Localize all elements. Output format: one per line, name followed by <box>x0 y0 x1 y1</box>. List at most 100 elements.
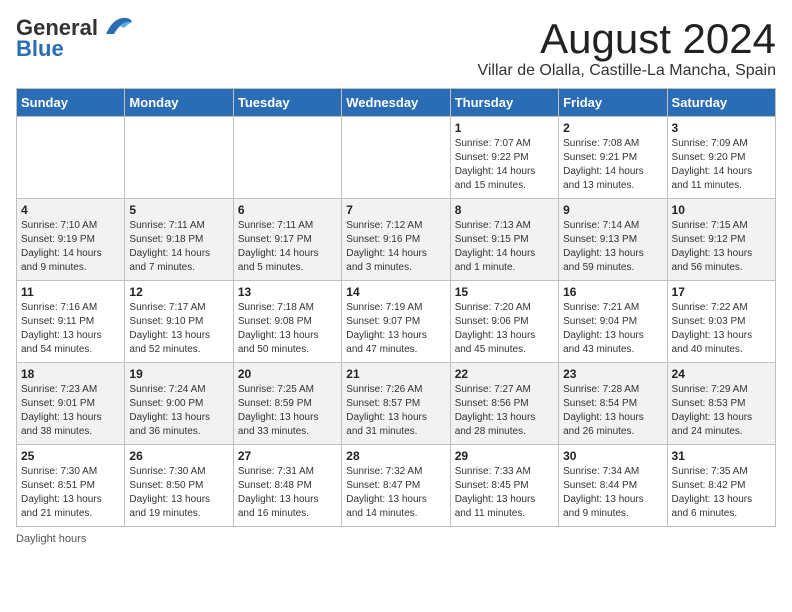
calendar-day-cell: 7Sunrise: 7:12 AM Sunset: 9:16 PM Daylig… <box>342 199 450 281</box>
day-info: Sunrise: 7:10 AM Sunset: 9:19 PM Dayligh… <box>21 219 120 275</box>
day-number: 30 <box>563 449 662 463</box>
day-number: 11 <box>21 285 120 299</box>
calendar-day-cell: 26 Sunrise: 7:30 AM Sunset: 8:50 PM Dayli… <box>125 445 233 527</box>
calendar-day-cell: 17 Sunrise: 7:22 AM Sunset: 9:03 PM Dayli… <box>667 281 775 363</box>
calendar-week-row: 25 Sunrise: 7:30 AM Sunset: 8:51 PM Dayli… <box>17 445 776 527</box>
calendar-day-cell: 5 Sunrise: 7:11 AM Sunset: 9:18 PM Daylig… <box>125 199 233 281</box>
day-info: Sunrise: 7:11 AM Sunset: 9:18 PM Dayligh… <box>129 219 228 275</box>
day-info: Sunrise: 7:07 AM Sunset: 9:22 PM Dayligh… <box>455 137 554 193</box>
day-info: Sunrise: 7:34 AM Sunset: 8:44 PM Dayligh… <box>563 465 662 521</box>
day-info: Sunrise: 7:18 AM Sunset: 9:08 PM Dayligh… <box>238 301 337 357</box>
calendar-day-cell: 1 Sunrise: 7:07 AM Sunset: 9:22 PM Daylig… <box>450 117 558 199</box>
day-number: 1 <box>455 121 554 135</box>
calendar-day-cell: 12 Sunrise: 7:17 AM Sunset: 9:10 PM Dayli… <box>125 281 233 363</box>
day-number: 8 <box>455 203 554 217</box>
header: General Blue August 2024 Villar de Olall… <box>16 16 776 80</box>
day-number: 3 <box>672 121 771 135</box>
day-number: 16 <box>563 285 662 299</box>
day-number: 5 <box>129 203 228 217</box>
day-info: Sunrise: 7:19 AM Sunset: 9:07 PM Dayligh… <box>346 301 445 357</box>
calendar-week-row: 4 Sunrise: 7:10 AM Sunset: 9:19 PM Daylig… <box>17 199 776 281</box>
calendar-week-row: 1 Sunrise: 7:07 AM Sunset: 9:22 PM Daylig… <box>17 117 776 199</box>
day-number: 31 <box>672 449 771 463</box>
day-number: 18 <box>21 367 120 381</box>
calendar-day-cell: 19 Sunrise: 7:24 AM Sunset: 9:00 PM Dayli… <box>125 363 233 445</box>
location-title: Villar de Olalla, Castille-La Mancha, Sp… <box>477 62 776 80</box>
calendar-day-cell: 15Sunrise: 7:20 AM Sunset: 9:06 PM Dayli… <box>450 281 558 363</box>
calendar-day-cell: 21 Sunrise: 7:26 AM Sunset: 8:57 PM Dayli… <box>342 363 450 445</box>
month-title: August 2024 <box>477 16 776 62</box>
day-info: Sunrise: 7:28 AM Sunset: 8:54 PM Dayligh… <box>563 383 662 439</box>
title-area: August 2024 Villar de Olalla, Castille-L… <box>477 16 776 80</box>
calendar-day-cell: 29Sunrise: 7:33 AM Sunset: 8:45 PM Dayli… <box>450 445 558 527</box>
calendar-day-cell: 24Sunrise: 7:29 AM Sunset: 8:53 PM Dayli… <box>667 363 775 445</box>
day-info: Sunrise: 7:13 AM Sunset: 9:15 PM Dayligh… <box>455 219 554 275</box>
calendar-day-cell: 2 Sunrise: 7:08 AM Sunset: 9:21 PM Daylig… <box>559 117 667 199</box>
day-info: Sunrise: 7:30 AM Sunset: 8:51 PM Dayligh… <box>21 465 120 521</box>
calendar-day-cell: 13 Sunrise: 7:18 AM Sunset: 9:08 PM Dayli… <box>233 281 341 363</box>
calendar-day-cell: 8 Sunrise: 7:13 AM Sunset: 9:15 PM Daylig… <box>450 199 558 281</box>
weekday-header-cell: Saturday <box>667 89 775 117</box>
day-number: 23 <box>563 367 662 381</box>
day-number: 25 <box>21 449 120 463</box>
logo-blue-text: Blue <box>16 36 64 62</box>
calendar-day-cell: 22Sunrise: 7:27 AM Sunset: 8:56 PM Dayli… <box>450 363 558 445</box>
calendar-day-cell: 18Sunrise: 7:23 AM Sunset: 9:01 PM Dayli… <box>17 363 125 445</box>
calendar-day-cell: 9Sunrise: 7:14 AM Sunset: 9:13 PM Daylig… <box>559 199 667 281</box>
calendar-day-cell: 28 Sunrise: 7:32 AM Sunset: 8:47 PM Dayli… <box>342 445 450 527</box>
weekday-header-cell: Tuesday <box>233 89 341 117</box>
day-number: 4 <box>21 203 120 217</box>
calendar-body: 1 Sunrise: 7:07 AM Sunset: 9:22 PM Daylig… <box>17 117 776 527</box>
calendar-day-cell <box>17 117 125 199</box>
day-info: Sunrise: 7:35 AM Sunset: 8:42 PM Dayligh… <box>672 465 771 521</box>
day-number: 14 <box>346 285 445 299</box>
day-number: 28 <box>346 449 445 463</box>
calendar-day-cell: 3Sunrise: 7:09 AM Sunset: 9:20 PM Daylig… <box>667 117 775 199</box>
day-number: 17 <box>672 285 771 299</box>
day-info: Sunrise: 7:30 AM Sunset: 8:50 PM Dayligh… <box>129 465 228 521</box>
day-info: Sunrise: 7:31 AM Sunset: 8:48 PM Dayligh… <box>238 465 337 521</box>
calendar-day-cell <box>233 117 341 199</box>
day-info: Sunrise: 7:11 AM Sunset: 9:17 PM Dayligh… <box>238 219 337 275</box>
calendar-week-row: 18Sunrise: 7:23 AM Sunset: 9:01 PM Dayli… <box>17 363 776 445</box>
day-number: 20 <box>238 367 337 381</box>
calendar-day-cell: 6Sunrise: 7:11 AM Sunset: 9:17 PM Daylig… <box>233 199 341 281</box>
day-info: Sunrise: 7:24 AM Sunset: 9:00 PM Dayligh… <box>129 383 228 439</box>
calendar-day-cell: 11 Sunrise: 7:16 AM Sunset: 9:11 PM Dayli… <box>17 281 125 363</box>
weekday-header-cell: Sunday <box>17 89 125 117</box>
day-info: Sunrise: 7:08 AM Sunset: 9:21 PM Dayligh… <box>563 137 662 193</box>
day-info: Sunrise: 7:21 AM Sunset: 9:04 PM Dayligh… <box>563 301 662 357</box>
logo: General Blue <box>16 16 134 62</box>
weekday-header-row: SundayMondayTuesdayWednesdayThursdayFrid… <box>17 89 776 117</box>
calendar-day-cell <box>342 117 450 199</box>
weekday-header-cell: Thursday <box>450 89 558 117</box>
calendar-day-cell: 23 Sunrise: 7:28 AM Sunset: 8:54 PM Dayli… <box>559 363 667 445</box>
day-number: 2 <box>563 121 662 135</box>
day-info: Sunrise: 7:14 AM Sunset: 9:13 PM Dayligh… <box>563 219 662 275</box>
day-info: Sunrise: 7:12 AM Sunset: 9:16 PM Dayligh… <box>346 219 445 275</box>
day-number: 19 <box>129 367 228 381</box>
calendar-day-cell: 14 Sunrise: 7:19 AM Sunset: 9:07 PM Dayli… <box>342 281 450 363</box>
weekday-header-cell: Wednesday <box>342 89 450 117</box>
day-info: Sunrise: 7:17 AM Sunset: 9:10 PM Dayligh… <box>129 301 228 357</box>
day-info: Sunrise: 7:16 AM Sunset: 9:11 PM Dayligh… <box>21 301 120 357</box>
day-number: 21 <box>346 367 445 381</box>
day-info: Sunrise: 7:22 AM Sunset: 9:03 PM Dayligh… <box>672 301 771 357</box>
calendar-day-cell: 10Sunrise: 7:15 AM Sunset: 9:12 PM Dayli… <box>667 199 775 281</box>
day-info: Sunrise: 7:32 AM Sunset: 8:47 PM Dayligh… <box>346 465 445 521</box>
day-number: 24 <box>672 367 771 381</box>
day-info: Sunrise: 7:20 AM Sunset: 9:06 PM Dayligh… <box>455 301 554 357</box>
calendar-day-cell: 16 Sunrise: 7:21 AM Sunset: 9:04 PM Dayli… <box>559 281 667 363</box>
day-number: 13 <box>238 285 337 299</box>
calendar-table: SundayMondayTuesdayWednesdayThursdayFrid… <box>16 88 776 527</box>
day-info: Sunrise: 7:15 AM Sunset: 9:12 PM Dayligh… <box>672 219 771 275</box>
logo-bird-icon <box>102 16 134 38</box>
calendar-day-cell: 20 Sunrise: 7:25 AM Sunset: 8:59 PM Dayli… <box>233 363 341 445</box>
day-info: Sunrise: 7:26 AM Sunset: 8:57 PM Dayligh… <box>346 383 445 439</box>
day-info: Sunrise: 7:25 AM Sunset: 8:59 PM Dayligh… <box>238 383 337 439</box>
calendar-day-cell <box>125 117 233 199</box>
day-number: 26 <box>129 449 228 463</box>
day-number: 29 <box>455 449 554 463</box>
day-number: 12 <box>129 285 228 299</box>
calendar-day-cell: 25 Sunrise: 7:30 AM Sunset: 8:51 PM Dayli… <box>17 445 125 527</box>
